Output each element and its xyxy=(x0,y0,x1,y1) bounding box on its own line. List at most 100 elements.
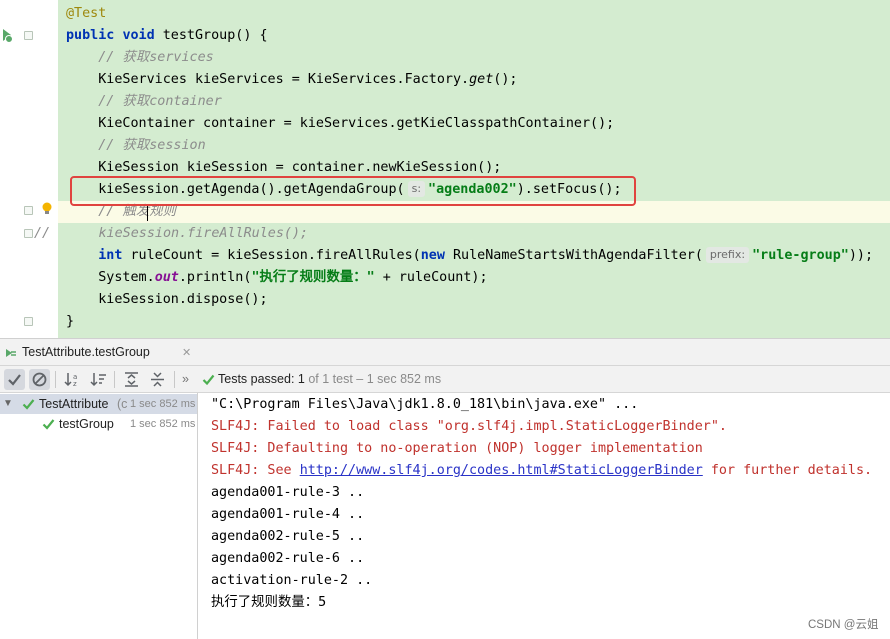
collapse-all-icon xyxy=(151,372,164,387)
fold-marker-icon[interactable] xyxy=(24,229,33,238)
code-line[interactable]: } xyxy=(0,311,890,333)
code-line[interactable]: // kieSession.fireAllRules(); xyxy=(0,223,890,245)
tree-item-time: 1 sec 852 ms xyxy=(130,398,196,410)
highlight-box xyxy=(70,176,636,206)
code-token: out xyxy=(154,270,179,285)
fold-marker-icon[interactable] xyxy=(24,206,33,215)
code-token: kieSession.dispose(); xyxy=(66,292,268,307)
code-text: System.out.println("执行了规则数量：" + ruleCoun… xyxy=(66,267,488,289)
sort-alpha-button[interactable]: az xyxy=(62,369,83,390)
console-line: agenda002-rule-6 .. xyxy=(211,551,365,566)
collapse-all-button[interactable] xyxy=(147,369,168,390)
code-token: + ruleCount); xyxy=(374,270,488,285)
toolbar-divider xyxy=(114,371,115,388)
code-token: // 获取container xyxy=(66,94,222,109)
code-text: // 获取services xyxy=(66,47,214,69)
code-line[interactable]: @Test xyxy=(0,3,890,25)
code-line[interactable]: System.out.println("执行了规则数量：" + ruleCoun… xyxy=(0,267,890,289)
code-token: (); xyxy=(493,72,518,87)
code-token: KieSession kieSession = container.newKie… xyxy=(66,160,502,175)
expand-all-button[interactable] xyxy=(121,369,142,390)
console-line: agenda001-rule-3 .. xyxy=(211,485,365,500)
code-text: // 获取session xyxy=(66,135,206,157)
console-line: agenda001-rule-4 .. xyxy=(211,507,365,522)
console-output[interactable]: "C:\Program Files\Java\jdk1.8.0_181\bin\… xyxy=(199,393,890,639)
sort-alpha-icon: az xyxy=(64,373,77,388)
code-line[interactable]: // 获取session xyxy=(0,135,890,157)
fold-marker-icon[interactable] xyxy=(24,31,33,40)
console-link[interactable]: http://www.slf4j.org/codes.html#StaticLo… xyxy=(300,463,703,478)
tests-passed-count: 1 xyxy=(297,372,305,386)
chevron-down-icon[interactable]: ▼ xyxy=(3,394,13,414)
console-line: "C:\Program Files\Java\jdk1.8.0_181\bin\… xyxy=(211,397,639,412)
code-token: "rule-group" xyxy=(752,248,849,263)
close-icon[interactable]: ✕ xyxy=(182,346,191,359)
code-text: kieSession.dispose(); xyxy=(66,289,268,311)
tab-label: TestAttribute.testGroup xyxy=(22,345,150,359)
parameter-hint: prefix: xyxy=(705,247,750,263)
show-ignored-button[interactable] xyxy=(29,369,50,390)
run-test-icon[interactable] xyxy=(0,26,14,44)
code-text: } xyxy=(66,311,74,333)
code-token: void xyxy=(122,28,163,43)
code-line[interactable]: KieServices kieServices = KieServices.Fa… xyxy=(0,69,890,91)
svg-text:z: z xyxy=(73,380,77,388)
code-line[interactable]: public void testGroup() { xyxy=(0,25,890,47)
console-line: 执行了规则数量：5 xyxy=(211,595,327,610)
code-token: "执行了规则数量：" xyxy=(251,270,375,285)
lightbulb-icon[interactable] xyxy=(42,202,52,216)
code-token: // 触发规则 xyxy=(66,204,176,219)
test-results-tree[interactable]: ▼ TestAttribute (c 1 sec 852 ms testGrou… xyxy=(0,393,198,639)
code-token: RuleNameStartsWithAgendaFilter( xyxy=(452,248,703,263)
code-token: // 获取services xyxy=(66,50,214,65)
sort-duration-button[interactable] xyxy=(88,369,109,390)
tree-item-label: TestAttribute xyxy=(39,397,109,411)
code-line[interactable]: // 获取services xyxy=(0,47,890,69)
tree-item-label: testGroup xyxy=(59,417,114,431)
code-text: int ruleCount = kieSession.fireAllRules(… xyxy=(66,245,873,267)
code-token: public xyxy=(66,28,123,43)
code-token: System. xyxy=(66,270,155,285)
code-text: KieServices kieServices = KieServices.Fa… xyxy=(66,69,517,91)
tests-passed-label: Tests passed: xyxy=(218,372,295,386)
code-token: .println( xyxy=(178,270,252,285)
code-token: int xyxy=(98,248,131,263)
ignored-icon xyxy=(32,372,47,387)
more-actions-icon[interactable]: » xyxy=(182,366,189,393)
fold-marker-icon[interactable] xyxy=(24,317,33,326)
code-token: // kieSession.fireAllRules(); xyxy=(34,226,309,241)
code-token: KieServices kieServices = KieServices.Fa… xyxy=(66,72,470,87)
code-token: @Test xyxy=(66,6,107,21)
tests-passed-detail: of 1 test – 1 sec 852 ms xyxy=(308,372,442,386)
tree-item-suffix: (c xyxy=(117,397,128,411)
tab-run-config[interactable]: TestAttribute.testGroup xyxy=(0,339,158,366)
code-line[interactable]: KieContainer container = kieServices.get… xyxy=(0,113,890,135)
sort-duration-icon xyxy=(90,373,106,387)
run-tab-bar: TestAttribute.testGroup ✕ xyxy=(0,338,890,366)
code-token: new xyxy=(420,248,453,263)
code-line[interactable]: kieSession.dispose(); xyxy=(0,289,890,311)
code-text: public void testGroup() { xyxy=(66,25,268,47)
console-line: activation-rule-2 .. xyxy=(211,573,373,588)
console-text: for further details. xyxy=(702,463,873,478)
code-text: KieContainer container = kieServices.get… xyxy=(66,113,614,135)
run-config-icon xyxy=(6,349,16,357)
code-editor[interactable]: @Test public void testGroup() { // 获取serv… xyxy=(0,0,890,338)
code-token: // 获取session xyxy=(66,138,206,153)
watermark: CSDN @云姐 xyxy=(808,619,879,631)
check-icon xyxy=(8,374,21,386)
show-passed-button[interactable] xyxy=(4,369,25,390)
code-text: // kieSession.fireAllRules(); xyxy=(34,223,308,245)
code-line[interactable]: // 获取container xyxy=(0,91,890,113)
console-line: SLF4J: See http://www.slf4j.org/codes.ht… xyxy=(211,460,872,482)
code-token: )); xyxy=(848,248,874,263)
tree-item-method[interactable]: testGroup 1 sec 852 ms xyxy=(0,414,197,434)
expand-all-icon xyxy=(125,372,138,387)
tree-item-class[interactable]: ▼ TestAttribute (c 1 sec 852 ms xyxy=(0,394,197,414)
code-token: get xyxy=(469,72,494,87)
code-line[interactable]: int ruleCount = kieSession.fireAllRules(… xyxy=(0,245,890,267)
toolbar-divider xyxy=(55,371,56,388)
test-status: Tests passed: 1 of 1 test – 1 sec 852 ms xyxy=(218,366,441,393)
tree-item-time: 1 sec 852 ms xyxy=(130,418,196,430)
